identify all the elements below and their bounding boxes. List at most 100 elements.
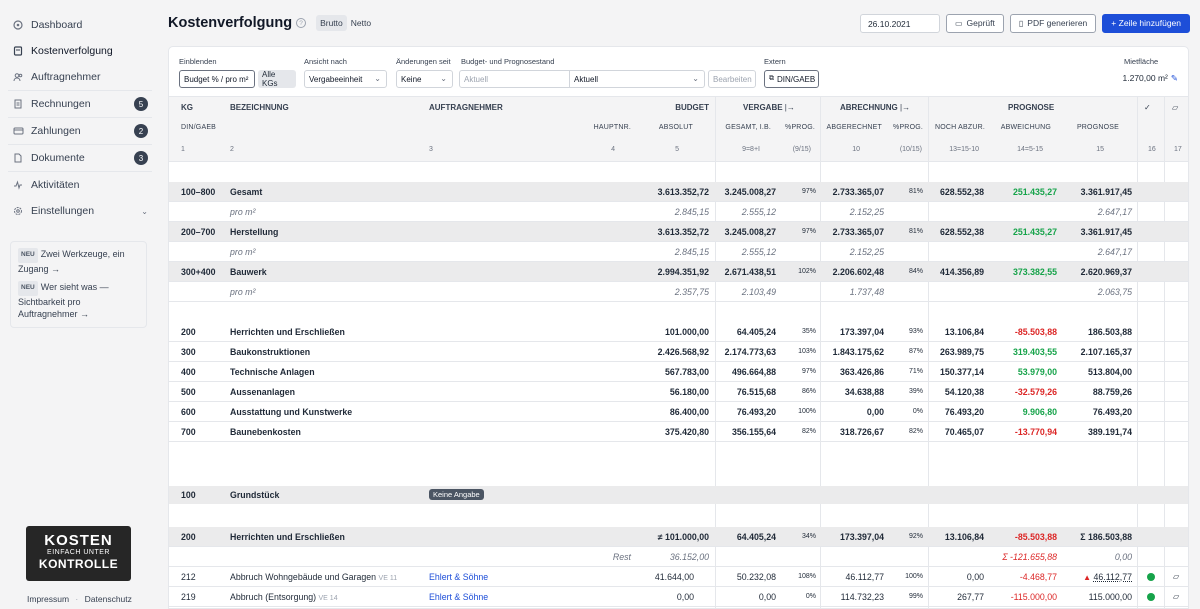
- table-row-herstellung[interactable]: 200–700 Herstellung 3.613.352,72 3.245.0…: [169, 222, 1188, 242]
- table-row-herrichten[interactable]: 200 Herrichten und Erschließen ≠ 101.000…: [169, 527, 1188, 547]
- table-row[interactable]: 600 Ausstattung und Kunstwerke 86.400,00 76…: [169, 402, 1188, 422]
- cell-bezeichnung: Baukonstruktionen: [230, 347, 311, 357]
- cell-budget[interactable]: 41.644,00: [629, 572, 694, 582]
- note-icon[interactable]: ▱: [1173, 572, 1179, 581]
- dashboard-icon: [12, 19, 24, 31]
- table-row-gesamt-m2: pro m² 2.845,15 2.555,12 2.152,25 2.647,…: [169, 202, 1188, 222]
- cell-abgerechnet: 2.152,25: [849, 247, 884, 257]
- cell-prognose: 2.647,17: [1097, 207, 1132, 217]
- table-row[interactable]: 300 Baukonstruktionen 2.426.568,92 2.174.77…: [169, 342, 1188, 362]
- table-row[interactable]: 700 Baunebenkosten 375.420,80 356.155,64 82%…: [169, 422, 1188, 442]
- cell-abweichung: -32.579,26: [1014, 387, 1057, 397]
- news-item[interactable]: NEU Wer sieht was — Sichtbarkeit pro Auft…: [18, 281, 139, 321]
- col-num-16: 16: [1148, 146, 1156, 153]
- count-badge: 3: [134, 151, 148, 165]
- impressum-link[interactable]: Impressum: [27, 594, 69, 604]
- payment-icon: [12, 125, 24, 137]
- table-header: KG BEZEICHNUNG AUFTRAGNEHMER BUDGET VERG…: [169, 96, 1188, 163]
- sidebar-item-auftragnehmer[interactable]: Auftragnehmer: [8, 64, 152, 90]
- cost-table-panel: Einblenden Budget % / pro m² Alle KGs An…: [168, 46, 1189, 609]
- contractor-link[interactable]: Ehlert & Söhne: [429, 572, 488, 582]
- sidebar-item-dashboard[interactable]: Dashboard: [8, 12, 152, 38]
- col-num-915: (9/15): [792, 146, 811, 153]
- sidebar-item-dokumente[interactable]: Dokumente 3: [8, 145, 152, 171]
- status-dot-icon: [1147, 593, 1155, 601]
- cell-prognose[interactable]: 115.000,00: [1059, 592, 1132, 602]
- sidebar: Dashboard Kostenverfolgung Auftragnehmer…: [0, 0, 160, 609]
- ve-badge: VE 14: [318, 595, 338, 602]
- col-abweichung: ABWEICHUNG: [1000, 124, 1051, 131]
- mietflaeche-text: 1.270,00 m²: [1122, 73, 1168, 83]
- chevron-down-icon[interactable]: ⌄: [141, 207, 148, 216]
- ansicht-select[interactable]: Vergabeeinheit ⌄: [304, 70, 387, 88]
- cell-abweichung: Σ -121.655,88: [1002, 552, 1057, 562]
- edit-field[interactable]: Bearbeiten: [708, 70, 756, 88]
- aenderungen-value: Keine: [401, 74, 422, 84]
- sidebar-item-rechnungen[interactable]: Rechnungen 5: [8, 91, 152, 117]
- sidebar-item-aktivitaeten[interactable]: Aktivitäten: [8, 172, 152, 198]
- cell-abgerechnet: 2.733.365,07: [832, 187, 884, 197]
- cell-prognose: 186.503,88: [1087, 327, 1132, 337]
- table-row[interactable]: 212 Abbruch Wohngebäude und Garagen VE 11…: [169, 567, 1188, 587]
- table-row[interactable]: 500 Aussenanlagen 56.180,00 76.515,68 86% 34.…: [169, 382, 1188, 402]
- users-icon: [12, 71, 24, 83]
- table-row-gesamt[interactable]: 100–800 Gesamt 3.613.352,72 3.245.008,27…: [169, 182, 1188, 202]
- col-noch-abzur: NOCH ABZUR.: [934, 124, 985, 131]
- table-row[interactable]: 200 Herrichten und Erschließen 101.000,00 6…: [169, 322, 1188, 342]
- page-title: Kostenverfolgung: [168, 15, 293, 31]
- info-icon[interactable]: ?: [296, 18, 307, 28]
- cell-noch: 628.552,38: [939, 187, 984, 197]
- cell-bezeichnung: Baunebenkosten: [230, 427, 301, 437]
- cell-abweichung: -85.503,88: [1014, 532, 1057, 542]
- cell-budget[interactable]: 0,00: [629, 592, 694, 602]
- edit-pencil-icon[interactable]: ✎: [1171, 73, 1178, 83]
- col-vergabe[interactable]: VERGABE |→: [743, 103, 795, 112]
- cell-kg: 300: [181, 347, 196, 357]
- brutto-netto-toggle: Brutto Netto: [316, 15, 375, 31]
- all-kgs-chip[interactable]: Alle KGs: [258, 70, 296, 88]
- einblenden-select[interactable]: Budget % / pro m²: [179, 70, 255, 88]
- cell-abrechnung-pct: 81%: [908, 228, 923, 235]
- contractor-link[interactable]: Ehlert & Söhne: [429, 592, 488, 602]
- expand-icon: |→: [900, 103, 911, 112]
- cell-abweichung: 53.979,00: [1017, 367, 1057, 377]
- logo-line3: KONTROLLE: [38, 557, 119, 571]
- cell-abgerechnet: 2.152,25: [849, 207, 884, 217]
- cell-prognose: 76.493,20: [1092, 407, 1132, 417]
- col-abrechnung[interactable]: ABRECHNUNG |→: [840, 103, 910, 112]
- cell-vergabe: 3.245.008,27: [724, 227, 776, 237]
- budget-stand-select[interactable]: Aktuell ⌄: [569, 70, 705, 88]
- cell-noch: 263.989,75: [939, 347, 984, 357]
- checked-button[interactable]: ▭ Geprüft: [945, 13, 1004, 33]
- cell-prognose[interactable]: ▲ 46.112,77: [1059, 572, 1132, 582]
- sidebar-item-einstellungen[interactable]: Einstellungen ⌄: [8, 198, 152, 224]
- no-data-cell: Keine Angabe: [429, 489, 484, 500]
- cell-bezeichnung: Abbruch Wohngebäude und Garagen VE 11: [230, 572, 397, 582]
- col-budget: BUDGET: [675, 103, 709, 112]
- col-hauptnr: HAUPTNR.: [593, 124, 631, 131]
- sidebar-item-zahlungen[interactable]: Zahlungen 2: [8, 118, 152, 144]
- cell-abgerechnet: 363.426,86: [839, 367, 884, 377]
- aenderungen-select[interactable]: Keine ⌄: [396, 70, 453, 88]
- budget-stand-input[interactable]: Aktuell: [459, 70, 570, 88]
- pdf-button[interactable]: ▯ PDF generieren: [1009, 13, 1097, 33]
- add-row-button[interactable]: + Zeile hinzufügen: [1102, 13, 1190, 33]
- note-icon[interactable]: ▱: [1173, 592, 1179, 601]
- news-item[interactable]: NEU Zwei Werkzeuge, ein Zugang →: [18, 248, 139, 275]
- date-field[interactable]: 26.10.2021: [859, 13, 940, 33]
- table-row-grundstueck[interactable]: 100 Grundstück Keine Angabe: [169, 486, 1188, 504]
- table-row-bauwerk[interactable]: 300+400 Bauwerk 2.994.351,92 2.671.438,5…: [169, 262, 1188, 282]
- sidebar-item-label: Rechnungen: [31, 98, 91, 110]
- toggle-netto[interactable]: Netto: [347, 15, 375, 31]
- din-gaeb-button[interactable]: ⧉ DIN/GAEB: [764, 70, 819, 88]
- table-row[interactable]: 219 Abbruch (Entsorgung) VE 14 Ehlert & Sö…: [169, 587, 1188, 607]
- datenschutz-link[interactable]: Datenschutz: [85, 594, 132, 604]
- cell-prognose: 88.759,26: [1092, 387, 1132, 397]
- toggle-brutto[interactable]: Brutto: [316, 15, 347, 31]
- cell-vergabe: 496.664,88: [731, 367, 776, 377]
- sidebar-item-kostenverfolgung[interactable]: Kostenverfolgung: [8, 38, 152, 64]
- cell-prognose: Σ 186.503,88: [1080, 532, 1132, 542]
- edit-placeholder: Bearbeiten: [713, 74, 752, 84]
- table-row[interactable]: 400 Technische Anlagen 567.783,00 496.664,8…: [169, 362, 1188, 382]
- cell-noch: 0,00: [966, 572, 984, 582]
